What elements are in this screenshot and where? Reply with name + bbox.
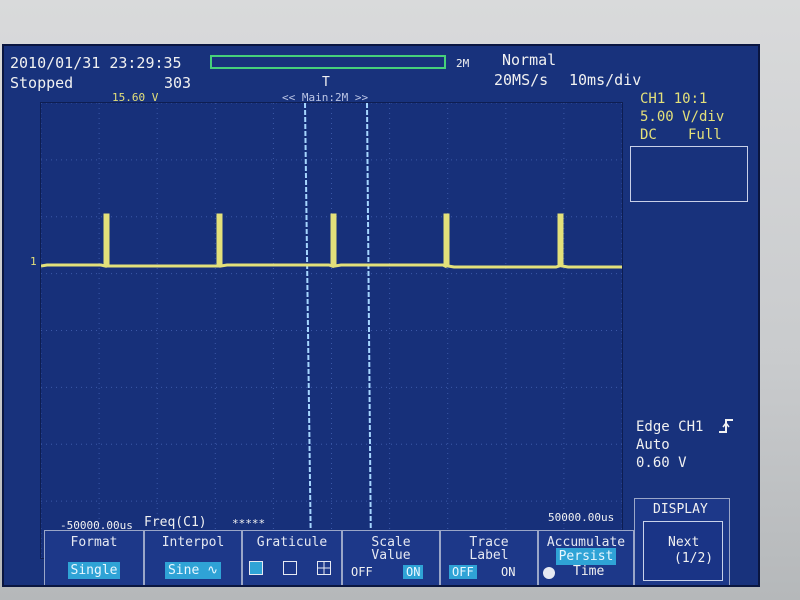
datetime-readout: 2010/01/31 23:29:35 bbox=[10, 54, 182, 72]
softkey-format-value: Single bbox=[67, 562, 121, 579]
softkey-scale-value[interactable]: Scale Value OFF ON bbox=[342, 530, 440, 585]
softkey-accumulate[interactable]: Accumulate Persist Time bbox=[538, 530, 634, 585]
scale-off-option[interactable]: OFF bbox=[351, 566, 373, 578]
softkey-trace-label[interactable]: Trace Label OFF ON bbox=[440, 530, 538, 585]
softkey-scale-title2: Value bbox=[371, 548, 411, 563]
freq-measurement-label: Freq(C1) bbox=[144, 515, 207, 530]
waveform-svg bbox=[41, 103, 622, 558]
timebase-readout: 10ms/div bbox=[569, 71, 642, 89]
next-button-page: (1/2) bbox=[674, 551, 714, 566]
sine-wave-icon: ∿ bbox=[207, 563, 219, 578]
ch1-volts-per-div: 5.00 V/div bbox=[640, 109, 725, 125]
sample-rate-readout: 20MS/s bbox=[494, 71, 549, 89]
graticule-full-icon[interactable] bbox=[249, 561, 263, 575]
accumulate-time-option[interactable]: Time bbox=[573, 565, 604, 578]
softkey-interpol-title: Interpol bbox=[161, 535, 225, 550]
run-state-readout: Stopped bbox=[10, 74, 74, 92]
record-position-bar bbox=[210, 55, 446, 69]
trigger-type: Edge CH1 bbox=[636, 419, 704, 435]
softkey-trace-title2: Label bbox=[469, 548, 509, 563]
ch1-coupling: DC bbox=[640, 127, 657, 143]
graticule-frame-icon[interactable] bbox=[283, 561, 297, 575]
memory-length: 2M bbox=[456, 57, 470, 70]
acquisition-count: 303 bbox=[164, 74, 192, 92]
softkey-interpolation[interactable]: Interpol Sine ∿ bbox=[144, 530, 242, 585]
graticule-cross-icon[interactable] bbox=[317, 561, 331, 575]
ch1-ground-marker: 1 bbox=[30, 255, 37, 268]
rising-edge-icon bbox=[718, 418, 734, 438]
cursor-line-right[interactable] bbox=[366, 103, 372, 558]
freq-measurement-value: ***** bbox=[232, 517, 266, 530]
ch1-bandwidth: Full bbox=[688, 127, 722, 143]
waveform-plot[interactable] bbox=[40, 102, 623, 559]
scale-on-option[interactable]: ON bbox=[403, 565, 424, 579]
display-menu-title: DISPLAY bbox=[653, 502, 708, 517]
trigger-mode: Auto bbox=[636, 437, 670, 453]
display-menu-panel: DISPLAY Next (1/2) bbox=[634, 498, 730, 585]
softkey-graticule-title: Graticule bbox=[256, 535, 328, 550]
right-time-readout: 50000.00us bbox=[548, 511, 615, 524]
softkey-accumulate-persist: Persist bbox=[555, 548, 617, 565]
trigger-level: 0.60 V bbox=[636, 455, 687, 471]
cursor-line-left[interactable] bbox=[304, 103, 312, 558]
trace-label-off-option[interactable]: OFF bbox=[449, 565, 477, 579]
ch1-trace bbox=[41, 213, 622, 269]
ch1-info-box bbox=[630, 146, 748, 202]
ch1-title: CH1 10:1 bbox=[640, 91, 708, 107]
oscilloscope-screen: 2010/01/31 23:29:35 Stopped 303 2M Norma… bbox=[2, 44, 760, 587]
graticule bbox=[41, 103, 622, 558]
next-button-label: Next bbox=[668, 535, 700, 550]
softkey-format-title: Format bbox=[70, 535, 118, 550]
softkey-graticule[interactable]: Graticule bbox=[242, 530, 342, 585]
radio-icon[interactable] bbox=[543, 567, 555, 579]
softkey-interpol-value: Sine bbox=[167, 563, 200, 578]
softkey-format[interactable]: Format Single bbox=[44, 530, 144, 585]
trigger-position-marker: T bbox=[322, 75, 330, 90]
trace-label-on-option[interactable]: ON bbox=[501, 566, 515, 578]
trigger-mode-readout: Normal bbox=[502, 51, 557, 69]
next-page-button[interactable]: Next (1/2) bbox=[643, 521, 723, 581]
